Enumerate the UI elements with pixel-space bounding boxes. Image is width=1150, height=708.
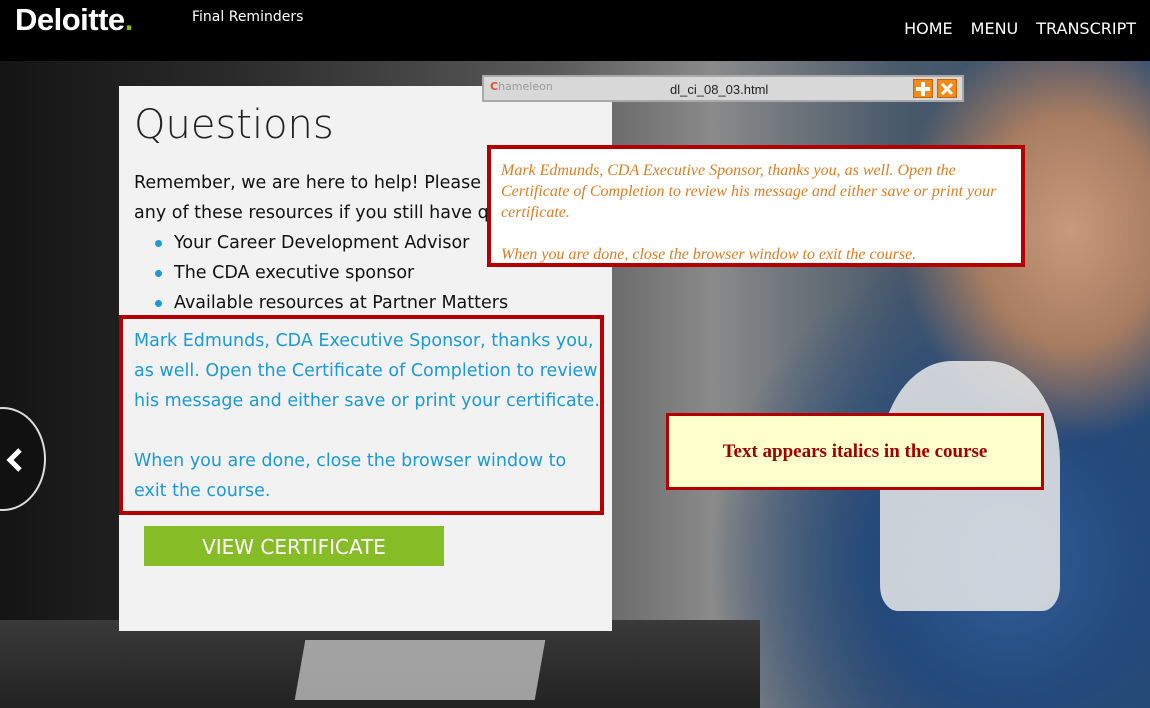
chameleon-logo-c: C [490, 80, 499, 93]
logo-text: Deloitte [15, 2, 125, 37]
nav-transcript[interactable]: TRANSCRIPT [1036, 19, 1136, 38]
logo-dot: . [124, 2, 134, 37]
nav-home[interactable]: HOME [904, 19, 953, 38]
chameleon-logo: Chameleon [490, 80, 553, 93]
chevron-left-icon [6, 448, 22, 472]
close-icon [940, 82, 954, 96]
italics-callout: Text appears italics in the course [666, 413, 1044, 490]
highlight-box [119, 315, 604, 515]
popup-close-button[interactable] [937, 79, 957, 98]
popup-filename: dl_ci_08_03.html [670, 82, 769, 97]
nav-menu[interactable]: MENU [971, 19, 1019, 38]
review-note-box: Mark Edmunds, CDA Executive Sponsor, tha… [487, 145, 1025, 267]
view-certificate-button[interactable]: VIEW CERTIFICATE [144, 526, 444, 566]
note-paragraph-2: When you are done, close the browser win… [501, 246, 917, 263]
resource-list: Your Career Development Advisor The CDA … [155, 228, 508, 318]
list-item: Available resources at Partner Matters [155, 288, 508, 318]
main-nav: HOME MENU TRANSCRIPT [904, 19, 1136, 38]
background-laptop [294, 640, 546, 700]
plus-icon [916, 82, 930, 96]
popup-expand-button[interactable] [913, 79, 933, 98]
deloitte-logo[interactable]: Deloitte. [15, 2, 133, 38]
top-header: Deloitte. Final Reminders HOME MENU TRAN… [0, 0, 1150, 61]
chameleon-logo-text: hameleon [498, 80, 553, 93]
note-paragraph-1: Mark Edmunds, CDA Executive Sponsor, tha… [501, 162, 997, 221]
course-title: Final Reminders [192, 9, 304, 25]
list-item: Your Career Development Advisor [155, 228, 508, 258]
page-title: Questions [134, 102, 334, 148]
popup-title-bar[interactable]: Chameleon dl_ci_08_03.html [482, 75, 964, 102]
list-item: The CDA executive sponsor [155, 258, 508, 288]
